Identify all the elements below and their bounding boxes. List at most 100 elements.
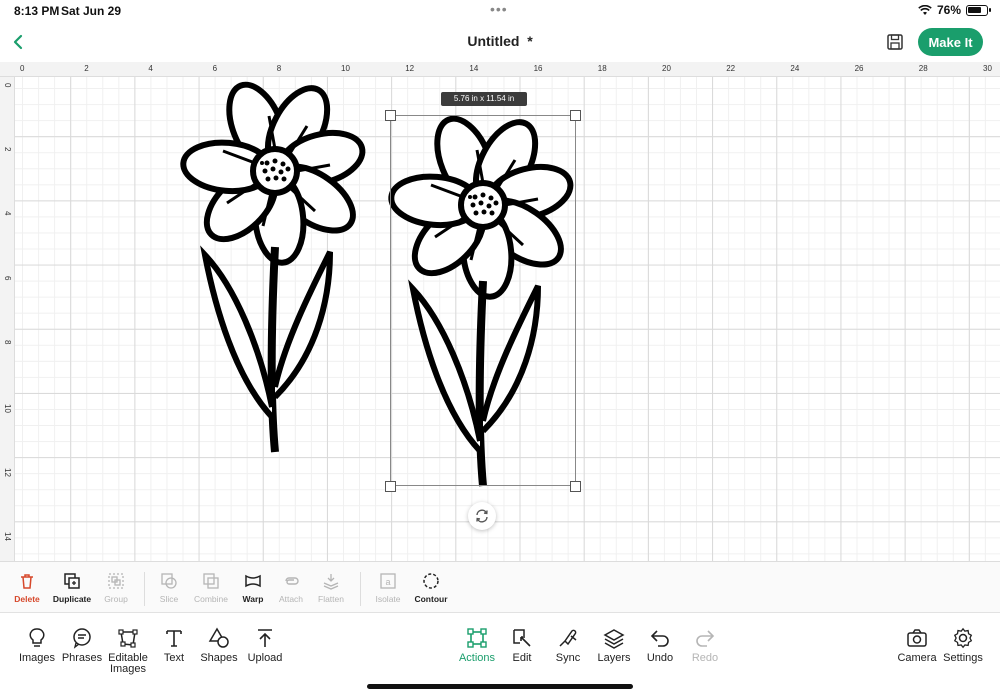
resize-handle-top-left[interactable] <box>385 110 396 121</box>
tab-label: Layers <box>597 652 631 664</box>
tab-label: Text <box>163 652 185 664</box>
make-it-button[interactable]: Make It <box>918 28 983 56</box>
slice-icon <box>161 573 177 589</box>
ruler-tick-label: 30 <box>983 64 992 73</box>
resize-handle-top-right[interactable] <box>570 110 581 121</box>
status-date: Sat Jun 29 <box>61 4 122 18</box>
editable-images-icon <box>118 629 138 648</box>
header: Untitled * Make It <box>0 22 1000 62</box>
project-name: Untitled <box>467 33 520 49</box>
slice-button[interactable]: Slice <box>146 572 192 604</box>
actions-toolbar: Delete Duplicate Group Slice Combine War… <box>0 561 1000 613</box>
ruler-tick-label: 4 <box>148 64 153 73</box>
duplicate-icon <box>64 573 80 589</box>
contour-label: Contour <box>414 594 448 604</box>
tab-label: Undo <box>646 652 674 664</box>
isolate-label: Isolate <box>375 594 401 604</box>
ruler-tick-label: 2 <box>3 147 12 152</box>
slice-label: Slice <box>159 594 179 604</box>
rotate-handle[interactable] <box>468 502 496 530</box>
resize-handle-bottom-right[interactable] <box>570 481 581 492</box>
combine-icon <box>203 573 219 589</box>
sync-icon <box>559 629 577 647</box>
tab-label: Edit <box>512 652 532 664</box>
project-title[interactable]: Untitled * <box>0 33 1000 49</box>
delete-button[interactable]: Delete <box>4 572 50 604</box>
contour-icon <box>423 573 439 589</box>
camera-icon <box>907 629 927 647</box>
warp-icon <box>245 574 261 588</box>
combine-label: Combine <box>193 594 229 604</box>
ruler-tick-label: 6 <box>212 64 218 73</box>
lightbulb-icon <box>29 628 45 647</box>
tab-label: Camera <box>897 652 937 664</box>
battery-icon <box>966 4 991 16</box>
ruler-tick-label: 8 <box>276 64 282 73</box>
attach-icon <box>285 577 299 585</box>
ruler-tick-label: 12 <box>3 468 12 478</box>
attach-label: Attach <box>278 594 304 604</box>
delete-label: Delete <box>14 594 40 604</box>
tab-label: Phrases <box>61 652 103 664</box>
selection-box[interactable] <box>390 115 576 486</box>
home-indicator[interactable] <box>367 684 633 689</box>
design-canvas[interactable]: 5.76 in x 11.54 in <box>15 77 1000 561</box>
ruler-tick-label: 4 <box>3 211 12 216</box>
shapes-icon <box>208 627 229 648</box>
ruler-tick-label: 14 <box>3 532 12 542</box>
tab-redo[interactable]: Redo <box>677 627 733 664</box>
group-label: Group <box>104 594 128 604</box>
ruler-tick-label: 10 <box>3 404 12 413</box>
toolbar-divider <box>144 572 145 606</box>
ruler-tick-label: 20 <box>662 64 671 73</box>
ruler-tick-label: 12 <box>405 64 415 73</box>
toolbar-divider <box>360 572 361 606</box>
ruler-tick-label: 22 <box>726 64 736 73</box>
resize-handle-bottom-left[interactable] <box>385 481 396 492</box>
redo-icon <box>696 630 715 647</box>
tab-settings[interactable]: Settings <box>935 627 991 664</box>
group-button[interactable]: Group <box>93 572 139 604</box>
unsaved-mark: * <box>527 33 533 49</box>
save-icon <box>887 34 903 50</box>
gear-icon <box>953 627 973 649</box>
tab-label: Upload <box>247 652 283 664</box>
tab-label: Redo <box>691 652 719 664</box>
tab-label: Editable Images <box>108 652 148 675</box>
undo-icon <box>650 630 669 647</box>
ruler-tick-label: 8 <box>3 339 12 345</box>
tab-label: Shapes <box>200 652 238 664</box>
flatten-button[interactable]: Flatten <box>308 572 354 604</box>
save-button[interactable] <box>884 31 906 53</box>
size-tooltip: 5.76 in x 11.54 in <box>441 92 527 106</box>
bottom-tab-bar: Images Phrases Editable Images Text Shap… <box>0 613 1000 695</box>
tab-label: Images <box>18 652 56 664</box>
isolate-button[interactable]: a Isolate <box>365 572 411 604</box>
flower-image-left[interactable] <box>175 77 375 457</box>
tab-label: Sync <box>555 652 581 664</box>
actions-icon <box>467 628 487 648</box>
layers-icon <box>603 629 625 649</box>
flatten-icon <box>323 574 339 590</box>
tab-label: Actions <box>458 652 496 664</box>
trash-icon <box>21 574 33 589</box>
ruler-tick-label: 16 <box>533 64 543 73</box>
battery-percent: 76% <box>936 3 961 17</box>
multitasking-dots-icon[interactable]: ••• <box>490 1 508 17</box>
rotate-icon <box>476 509 488 523</box>
warp-label: Warp <box>242 594 264 604</box>
group-icon <box>108 573 124 589</box>
text-icon <box>166 630 182 647</box>
duplicate-label: Duplicate <box>52 594 92 604</box>
tab-upload[interactable]: Upload <box>237 627 293 664</box>
combine-button[interactable]: Combine <box>188 572 234 604</box>
ruler-vertical: 0 2 4 6 8 10 12 14 <box>0 77 15 561</box>
duplicate-button[interactable]: Duplicate <box>49 572 95 604</box>
status-bar: 8:13 PM Sat Jun 29 ••• 76% <box>0 0 1000 22</box>
svg-text:a: a <box>385 577 390 587</box>
tab-label: Settings <box>943 652 983 664</box>
flatten-label: Flatten <box>318 594 344 604</box>
contour-button[interactable]: Contour <box>408 572 454 604</box>
ruler-tick-label: 2 <box>84 64 89 73</box>
ruler-tick-label: 6 <box>3 275 12 281</box>
